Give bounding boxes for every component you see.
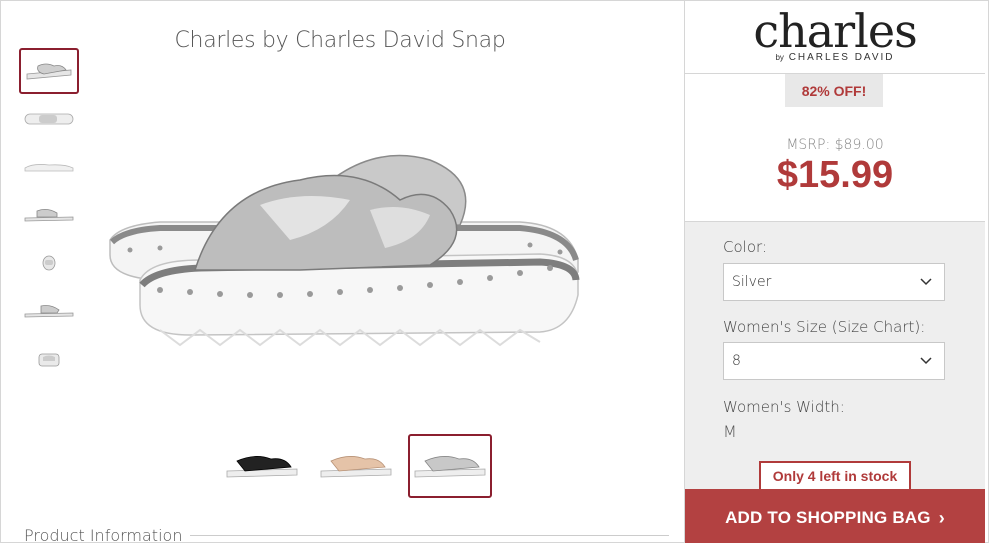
brand-subtitle: by CHARLES DAVID	[775, 52, 894, 63]
product-options: Color: Silver Women's Size (Size Chart):…	[685, 221, 985, 543]
product-information-label: Product Information	[24, 526, 183, 543]
msrp-price: MSRP: $89.00	[786, 137, 884, 153]
thumbnail-7[interactable]	[19, 336, 79, 382]
thumbnail-2[interactable]	[19, 96, 79, 142]
stock-badge: Only 4 left in stock	[759, 461, 911, 491]
width-value: M	[723, 422, 737, 441]
discount-badge: 82% OFF!	[785, 74, 883, 107]
brand-name: charles	[753, 3, 917, 58]
size-select-value: 8	[732, 353, 741, 369]
color-select-value: Silver	[732, 274, 772, 290]
sale-price: $15.99	[776, 154, 894, 196]
chevron-down-icon	[920, 278, 932, 286]
add-to-bag-button[interactable]: ADD TO SHOPPING BAG ›	[685, 489, 985, 543]
color-select[interactable]: Silver	[723, 263, 945, 301]
thumbnail-1[interactable]	[19, 48, 79, 94]
swatch-black[interactable]	[220, 434, 304, 498]
color-label: Color:	[723, 238, 767, 256]
swatch-silver[interactable]	[408, 434, 492, 498]
thumbnail-list	[19, 48, 81, 384]
brand-by: by	[775, 52, 784, 62]
chevron-down-icon	[920, 357, 932, 365]
thumbnail-4[interactable]	[19, 192, 79, 238]
divider	[190, 535, 669, 536]
swatch-nude[interactable]	[314, 434, 398, 498]
thumbnail-5[interactable]	[19, 240, 79, 286]
width-label: Women's Width:	[723, 398, 845, 416]
add-to-bag-label: ADD TO SHOPPING BAG	[725, 508, 931, 527]
brand-sub-name: CHARLES DAVID	[788, 51, 895, 63]
product-gallery: Charles by Charles David Snap Product In…	[0, 0, 685, 543]
product-information-heading: Product Information	[24, 526, 669, 543]
size-label: Women's Size (Size Chart):	[723, 318, 926, 336]
color-swatches	[220, 434, 492, 498]
chevron-right-icon: ›	[938, 507, 945, 528]
purchase-panel: charles by CHARLES DAVID 82% OFF! MSRP: …	[685, 0, 989, 543]
thumbnail-6[interactable]	[19, 288, 79, 334]
size-select[interactable]: 8	[723, 342, 945, 380]
thumbnail-3[interactable]	[19, 144, 79, 190]
product-title: Charles by Charles David Snap	[174, 28, 506, 53]
main-product-image[interactable]	[100, 130, 590, 350]
brand-logo[interactable]: charles by CHARLES DAVID	[685, 0, 985, 74]
